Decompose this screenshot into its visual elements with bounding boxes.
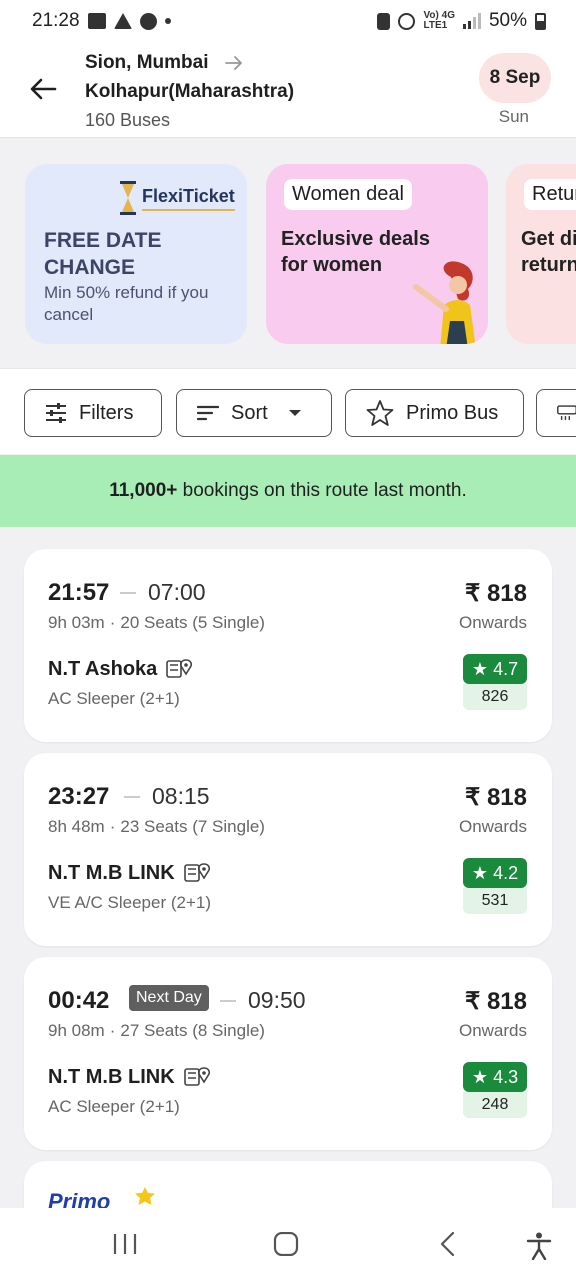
alarm-icon [377, 12, 391, 30]
day-label: Sun [498, 107, 529, 126]
offer-card-women-deal[interactable]: Women deal Exclusive deals for women [266, 164, 488, 344]
star-icon: ★ [471, 659, 489, 679]
woman-illustration [413, 261, 476, 344]
sort-button[interactable]: Sort [176, 389, 332, 437]
accessibility-icon[interactable] [526, 1232, 552, 1260]
svg-text:Primo: Primo [48, 1189, 110, 1209]
flexi-title: FREE DATE CHANGE [44, 229, 162, 279]
operator: N.T Ashoka [48, 657, 193, 681]
trip-meta: 8h 48m · 23 Seats (7 Single) [48, 817, 265, 836]
primo-logo: Primo [48, 1187, 155, 1209]
time-separator [124, 796, 140, 798]
gallery-icon [87, 13, 106, 29]
trip-meta: 9h 08m · 27 Seats (8 Single) [48, 1021, 265, 1040]
arrival-time: 09:50 [248, 987, 306, 1013]
hotspot-icon [398, 12, 416, 30]
rating-badge: ★ 4.3 248 [463, 1062, 527, 1118]
caret-down-icon [288, 410, 301, 416]
departure-time: 21:57 [48, 579, 110, 606]
primo-star-icon [366, 400, 394, 426]
more-notifications-icon [164, 18, 171, 24]
rating-count: 826 [463, 684, 527, 710]
back-nav-icon[interactable] [439, 1232, 457, 1256]
offers-carousel[interactable]: FlexiTicket FREE DATE CHANGE Min 50% ref… [0, 139, 576, 367]
operator: N.T M.B LINK [48, 861, 211, 885]
flexi-subtitle: Min 50% refund if you cancel [44, 283, 209, 324]
system-nav-bar [0, 1208, 576, 1280]
live-tracking-icon [183, 1067, 210, 1086]
price: ₹ 818 [465, 988, 527, 1015]
recent-apps-icon[interactable] [112, 1232, 138, 1256]
filters-label: Filters [79, 401, 134, 424]
rating-badge: ★ 4.2 531 [463, 858, 527, 914]
bus-type: VE A/C Sleeper (2+1) [48, 893, 212, 912]
women-deal-tag: Women deal [284, 179, 412, 210]
bus-type: AC Sleeper (2+1) [48, 1097, 180, 1116]
signal-icon [462, 13, 481, 29]
time-separator [220, 1000, 236, 1002]
live-tracking-icon [166, 659, 193, 678]
hourglass-icon [120, 181, 136, 215]
operator: N.T M.B LINK [48, 1065, 211, 1089]
next-day-badge: Next Day [129, 985, 209, 1011]
bus-card[interactable]: 23:27 08:15 8h 48m · 23 Seats (7 Single) ₹… [24, 753, 552, 946]
live-tracking-icon [183, 863, 210, 882]
return-tag: Retur [524, 179, 576, 210]
star-icon: ★ [471, 863, 489, 883]
banner-wave [0, 515, 576, 525]
flexiticket-brand: FlexiTicket [142, 186, 235, 211]
primo-label: Primo Bus [406, 401, 499, 424]
filter-sliders-icon [46, 403, 66, 423]
origin-city: Sion, Mumbai [85, 52, 209, 73]
filter-bar: Filters Sort Primo Bus [0, 368, 576, 454]
ac-icon [557, 405, 576, 420]
price: ₹ 818 [465, 580, 527, 607]
price: ₹ 818 [465, 784, 527, 811]
bus-card[interactable]: 21:57 07:00 9h 03m · 20 Seats (5 Single) ₹… [24, 549, 552, 742]
message-icon [139, 12, 157, 30]
departure-time: 23:27 [48, 783, 110, 810]
bus-type: AC Sleeper (2+1) [48, 689, 180, 708]
battery-icon [535, 12, 546, 30]
time-separator [120, 592, 136, 594]
rating-count: 248 [463, 1092, 527, 1118]
ac-filter-button[interactable] [536, 389, 576, 437]
filters-button[interactable]: Filters [24, 389, 162, 437]
star-icon: ★ [471, 1067, 489, 1087]
status-bar: 21:28 Vo) 4G LTE1 50% [0, 0, 576, 42]
bookings-count: 11,000+ [109, 480, 178, 501]
route-header: Sion, Mumbai Kolhapur(Maharashtra) 160 B… [0, 42, 576, 138]
price-note: Onwards [458, 817, 527, 836]
date-chip[interactable]: 8 Sep [479, 53, 551, 103]
arrival-time: 07:00 [148, 579, 206, 605]
primo-bus-button[interactable]: Primo Bus [345, 389, 524, 437]
trip-meta: 9h 03m · 20 Seats (5 Single) [48, 613, 265, 632]
network-indicator: Vo) 4G LTE1 [423, 10, 455, 31]
bookings-text: bookings on this route last month. [177, 480, 467, 501]
departure-time: 00:42 [48, 987, 110, 1014]
status-time: 21:28 [32, 10, 80, 31]
route-arrow-icon [224, 56, 242, 70]
bus-count: 160 Buses [85, 110, 171, 130]
offer-card-flexiticket[interactable]: FlexiTicket FREE DATE CHANGE Min 50% ref… [25, 164, 247, 344]
return-title: Get dis return [521, 228, 576, 276]
price-note: Onwards [458, 1021, 527, 1040]
price-note: Onwards [458, 613, 527, 632]
bus-card[interactable]: 00:42 Next Day 09:50 9h 08m · 27 Seats (8 … [24, 957, 552, 1150]
sort-icon [197, 405, 219, 421]
home-icon[interactable] [273, 1232, 299, 1256]
arrival-time: 08:15 [152, 783, 210, 809]
offer-card-return[interactable]: Retur Get dis return [506, 164, 576, 344]
rating-badge: ★ 4.7 826 [463, 654, 527, 710]
back-arrow-icon [30, 78, 57, 100]
back-button[interactable] [26, 72, 60, 106]
telegram-icon [113, 13, 132, 29]
sort-label: Sort [231, 401, 268, 424]
flexiticket-logo: FlexiTicket [120, 181, 235, 215]
destination-city: Kolhapur(Maharashtra) [85, 81, 295, 102]
route-info[interactable]: Sion, Mumbai Kolhapur(Maharashtra) 160 B… [85, 52, 294, 131]
battery-percent: 50% [488, 10, 527, 31]
rating-count: 531 [463, 888, 527, 914]
